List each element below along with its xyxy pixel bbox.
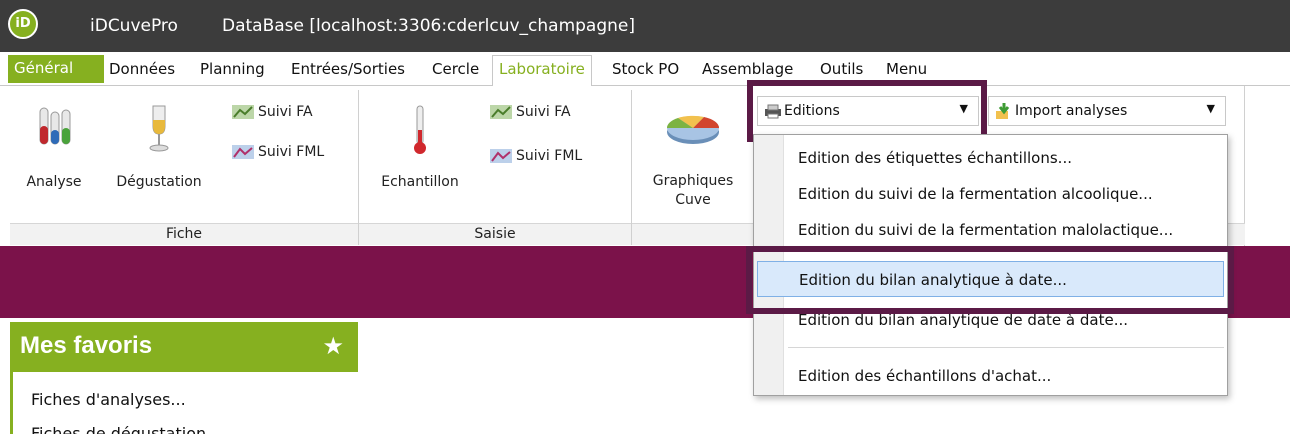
tab-menu[interactable]: Menu	[886, 60, 927, 78]
tab-laboratoire[interactable]: Laboratoire	[492, 55, 592, 87]
chart-image-icon	[232, 145, 254, 159]
saisie-suivi-fa-label: Suivi FA	[516, 104, 571, 120]
star-icon[interactable]: ★	[322, 332, 344, 360]
chart-image-icon	[490, 149, 512, 163]
analyse-button[interactable]: Analyse	[14, 104, 94, 204]
saisie-suivi-fa-button[interactable]: Suivi FA	[490, 104, 571, 120]
degustation-button[interactable]: Dégustation	[104, 104, 214, 204]
thermometer-icon	[414, 105, 426, 154]
chart-image-icon	[232, 105, 254, 119]
group-label-saisie: Saisie	[359, 223, 631, 245]
favorites-list: Fiches d'analyses... Fiches de dégustati…	[10, 372, 358, 434]
graphiques-label-line2: Cuve	[675, 192, 711, 208]
tab-planning[interactable]: Planning	[200, 60, 265, 78]
tab-donnees[interactable]: Données	[109, 60, 175, 78]
group-divider	[358, 90, 359, 245]
menu-general[interactable]: Général	[8, 55, 104, 83]
favorites-title: Mes favoris	[20, 332, 153, 359]
title-bar: iD iDCuvePro DataBase [localhost:3306:cd…	[0, 0, 1290, 52]
menu-item-echantillons-achat[interactable]: Edition des échantillons d'achat...	[798, 367, 1051, 385]
tab-entrees-sorties[interactable]: Entrées/Sorties	[291, 60, 405, 78]
fiche-suivi-fa-label: Suivi FA	[258, 104, 313, 120]
echantillon-button[interactable]: Echantillon	[370, 104, 470, 204]
analyse-label: Analyse	[26, 174, 82, 190]
database-title: DataBase [localhost:3306:cderlcuv_champa…	[222, 16, 636, 36]
graphiques-cuve-label: Graphiques Cuve	[638, 172, 748, 210]
fiche-suivi-fml-label: Suivi FML	[258, 144, 325, 160]
tab-cercle[interactable]: Cercle	[432, 60, 479, 78]
app-logo: iD	[8, 9, 38, 39]
app-name: iDCuvePro	[90, 16, 178, 36]
pie-chart-icon	[666, 115, 720, 144]
group-divider	[631, 90, 632, 245]
degustation-label: Dégustation	[116, 174, 202, 190]
graphiques-cuve-button[interactable]: Graphiques Cuve	[638, 108, 748, 212]
tab-stock-po[interactable]: Stock PO	[612, 60, 679, 78]
saisie-suivi-fml-button[interactable]: Suivi FML	[490, 148, 582, 164]
menu-bar: Général Données Planning Entrées/Sorties…	[0, 52, 1290, 87]
menu-item-suivi-fa[interactable]: Edition du suivi de la fermentation alco…	[798, 185, 1153, 203]
saisie-suivi-fml-label: Suivi FML	[516, 148, 583, 164]
fiche-suivi-fa-button[interactable]: Suivi FA	[232, 104, 313, 120]
graphiques-label-line1: Graphiques	[652, 173, 734, 189]
fiche-suivi-fml-button[interactable]: Suivi FML	[232, 144, 324, 160]
import-arrow-icon	[995, 103, 1013, 119]
import-analyses-label: Import analyses	[1015, 103, 1128, 119]
favorites-header: Mes favoris ★	[10, 322, 358, 372]
wine-glass-icon	[149, 105, 169, 152]
menu-separator	[788, 347, 1224, 348]
group-label-fiche: Fiche	[10, 223, 358, 245]
test-tubes-icon	[39, 107, 71, 145]
chart-image-icon	[490, 105, 512, 119]
bilan-highlight-frame	[746, 246, 1234, 314]
menu-item-etiquettes[interactable]: Edition des étiquettes échantillons...	[798, 149, 1072, 167]
favorite-item[interactable]: Fiches de dégustation...	[31, 424, 221, 434]
import-analyses-dropdown[interactable]: Import analyses ▼	[988, 96, 1226, 126]
tab-assemblage[interactable]: Assemblage	[702, 60, 793, 78]
menu-item-suivi-fml[interactable]: Edition du suivi de la fermentation malo…	[798, 221, 1173, 239]
tab-outils[interactable]: Outils	[820, 60, 863, 78]
chevron-down-icon: ▼	[1206, 102, 1215, 115]
editions-highlight-frame	[747, 80, 987, 142]
echantillon-label: Echantillon	[381, 174, 459, 190]
favorite-item[interactable]: Fiches d'analyses...	[31, 390, 186, 409]
